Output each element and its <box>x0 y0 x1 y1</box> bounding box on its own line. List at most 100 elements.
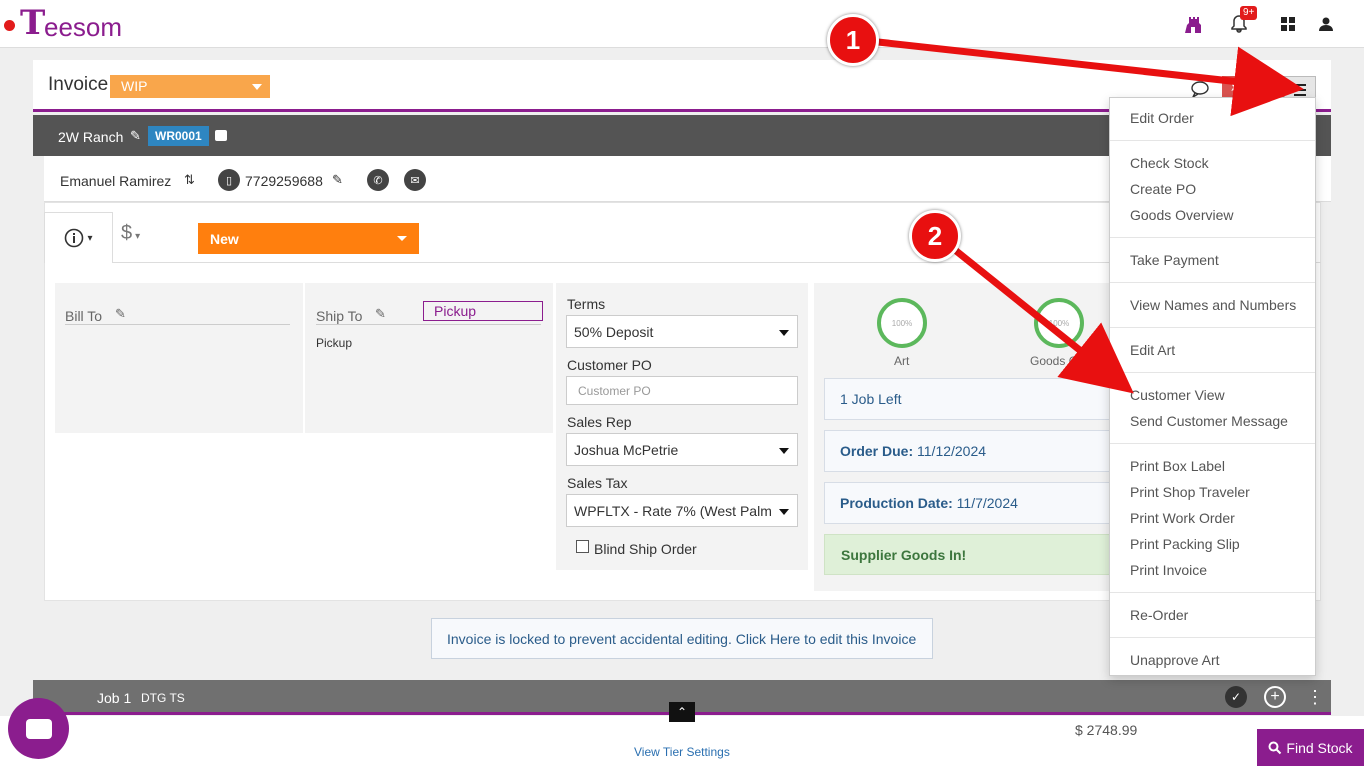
production-date-label: Production Date: <box>840 495 953 511</box>
goods-progress-ring: 100% <box>1034 298 1084 348</box>
menu-divider <box>1110 443 1315 444</box>
ship-to-label: Ship To <box>316 308 363 324</box>
art-label: Art <box>894 354 910 368</box>
pencil-icon[interactable]: ✎ <box>332 172 343 188</box>
comment-icon[interactable] <box>1190 80 1210 99</box>
order-due-label: Order Due: <box>840 443 914 459</box>
job-type: DTG TS <box>141 691 185 705</box>
find-stock-button[interactable]: Find Stock <box>1257 729 1364 766</box>
menu-item-print-packing-slip[interactable]: Print Packing Slip <box>1130 536 1240 552</box>
more-vertical-icon[interactable]: ⋮ <box>1306 686 1324 708</box>
invoice-actions-menu: Edit Order Check Stock Create PO Goods O… <box>1109 97 1316 676</box>
pencil-icon[interactable]: ✎ <box>115 306 126 322</box>
caret-down-icon: ▾ <box>87 232 93 244</box>
invoice-status-select[interactable]: WIP <box>110 75 270 98</box>
sales-tax-select[interactable]: WPFLTX - Rate 7% (West Palm <box>566 494 798 527</box>
terms-label: Terms <box>567 296 606 312</box>
locked-notice-link[interactable]: Invoice is locked to prevent accidental … <box>431 618 933 659</box>
menu-item-customer-view[interactable]: Customer View <box>1130 387 1225 403</box>
production-date-value: 11/7/2024 <box>956 495 1018 511</box>
pencil-icon[interactable]: ✎ <box>130 128 141 144</box>
search-icon <box>1268 741 1282 754</box>
chat-icon <box>25 718 52 739</box>
job-label: Job 1 <box>97 690 132 706</box>
menu-divider <box>1110 237 1315 238</box>
user-icon[interactable] <box>1315 13 1337 35</box>
customer-po-input[interactable]: Customer PO <box>566 376 798 405</box>
chat-button[interactable] <box>8 698 69 759</box>
sales-rep-select[interactable]: Joshua McPetrie <box>566 433 798 466</box>
customer-po-label: Customer PO <box>567 357 652 373</box>
menu-item-print-box-label[interactable]: Print Box Label <box>1130 458 1225 474</box>
menu-item-create-po[interactable]: Create PO <box>1130 181 1196 197</box>
sales-tax-label: Sales Tax <box>567 475 628 491</box>
customer-company[interactable]: 2W Ranch <box>58 129 123 145</box>
contact-name[interactable]: Emanuel Ramirez <box>60 173 171 189</box>
logo-letter[interactable]: T <box>20 6 45 40</box>
divider <box>316 324 541 325</box>
divider <box>65 324 290 325</box>
castle-icon[interactable] <box>1182 13 1204 35</box>
dollar-icon: $ <box>121 222 133 244</box>
chevron-down-icon <box>397 236 407 241</box>
view-tier-settings-link[interactable]: View Tier Settings <box>634 745 730 759</box>
production-date-card[interactable]: Production Date: 11/7/2024 <box>824 482 1124 524</box>
menu-item-check-stock[interactable]: Check Stock <box>1130 155 1209 171</box>
sales-tax-value: WPFLTX - Rate 7% (West Palm <box>574 503 772 519</box>
menu-divider <box>1110 282 1315 283</box>
info-icon <box>65 228 84 248</box>
hamburger-icon-line <box>1294 88 1306 91</box>
stage-select[interactable]: New <box>198 223 419 254</box>
menu-item-print-work-order[interactable]: Print Work Order <box>1130 510 1235 526</box>
apps-grid-icon[interactable] <box>1277 13 1299 35</box>
notification-badge: 9+ <box>1240 6 1258 20</box>
ship-method-tag[interactable]: Pickup <box>423 301 543 321</box>
chevron-up-icon[interactable]: ⌃ <box>669 702 695 722</box>
tab-info[interactable]: ▾ <box>44 212 113 263</box>
tab-payments[interactable]: $ ▾ <box>121 222 140 245</box>
blind-ship-checkbox[interactable] <box>576 540 589 553</box>
order-due-value: 11/12/2024 <box>917 443 987 459</box>
chevron-down-icon <box>779 330 789 336</box>
send-button[interactable]: ➤ Se <box>1222 76 1284 99</box>
customer-code-badge[interactable]: WR0001 <box>148 126 209 146</box>
chevron-down-icon <box>252 84 262 90</box>
contact-phone[interactable]: 7729259688 <box>245 173 323 189</box>
jobs-left-card[interactable]: 1 Job Left <box>824 378 1124 420</box>
swap-icon[interactable]: ⇅ <box>184 172 195 188</box>
order-due-card[interactable]: Order Due: 11/12/2024 <box>824 430 1124 472</box>
email-icon[interactable]: ✉ <box>404 169 426 191</box>
logo-text[interactable]: eesom <box>44 12 122 42</box>
phone-icon[interactable]: ✆ <box>367 169 389 191</box>
menu-item-unapprove-art[interactable]: Unapprove Art <box>1130 652 1220 668</box>
message-icon[interactable] <box>215 130 227 141</box>
check-icon[interactable]: ✓ <box>1225 686 1247 708</box>
mobile-icon: ▯ <box>218 169 240 191</box>
callout-badge-1: 1 <box>827 14 879 66</box>
menu-item-edit-art[interactable]: Edit Art <box>1130 342 1175 358</box>
supplier-status-card: Supplier Goods In! <box>824 534 1124 575</box>
bill-to-box <box>55 283 303 433</box>
menu-item-send-customer-message[interactable]: Send Customer Message <box>1130 413 1288 429</box>
caret-down-icon: ▾ <box>135 231 141 242</box>
invoice-status-value: WIP <box>121 78 148 94</box>
menu-item-edit-order[interactable]: Edit Order <box>1130 110 1194 126</box>
find-stock-label: Find Stock <box>1286 739 1353 756</box>
menu-item-goods-overview[interactable]: Goods Overview <box>1130 207 1233 223</box>
menu-item-print-invoice[interactable]: Print Invoice <box>1130 562 1207 578</box>
menu-divider <box>1110 372 1315 373</box>
hamburger-icon-line <box>1294 83 1306 86</box>
menu-item-view-names-numbers[interactable]: View Names and Numbers <box>1130 297 1296 313</box>
menu-divider <box>1110 140 1315 141</box>
terms-select[interactable]: 50% Deposit <box>566 315 798 348</box>
goods-label: Goods Ord <box>1030 354 1089 368</box>
ship-to-value: Pickup <box>316 336 353 350</box>
sales-rep-value: Joshua McPetrie <box>574 442 679 458</box>
add-icon[interactable]: + <box>1264 686 1286 708</box>
chevron-down-icon <box>779 448 789 454</box>
pencil-icon[interactable]: ✎ <box>375 306 386 322</box>
menu-item-re-order[interactable]: Re-Order <box>1130 607 1188 623</box>
blind-ship-label: Blind Ship Order <box>594 541 697 557</box>
menu-item-take-payment[interactable]: Take Payment <box>1130 252 1219 268</box>
menu-item-print-shop-traveler[interactable]: Print Shop Traveler <box>1130 484 1250 500</box>
